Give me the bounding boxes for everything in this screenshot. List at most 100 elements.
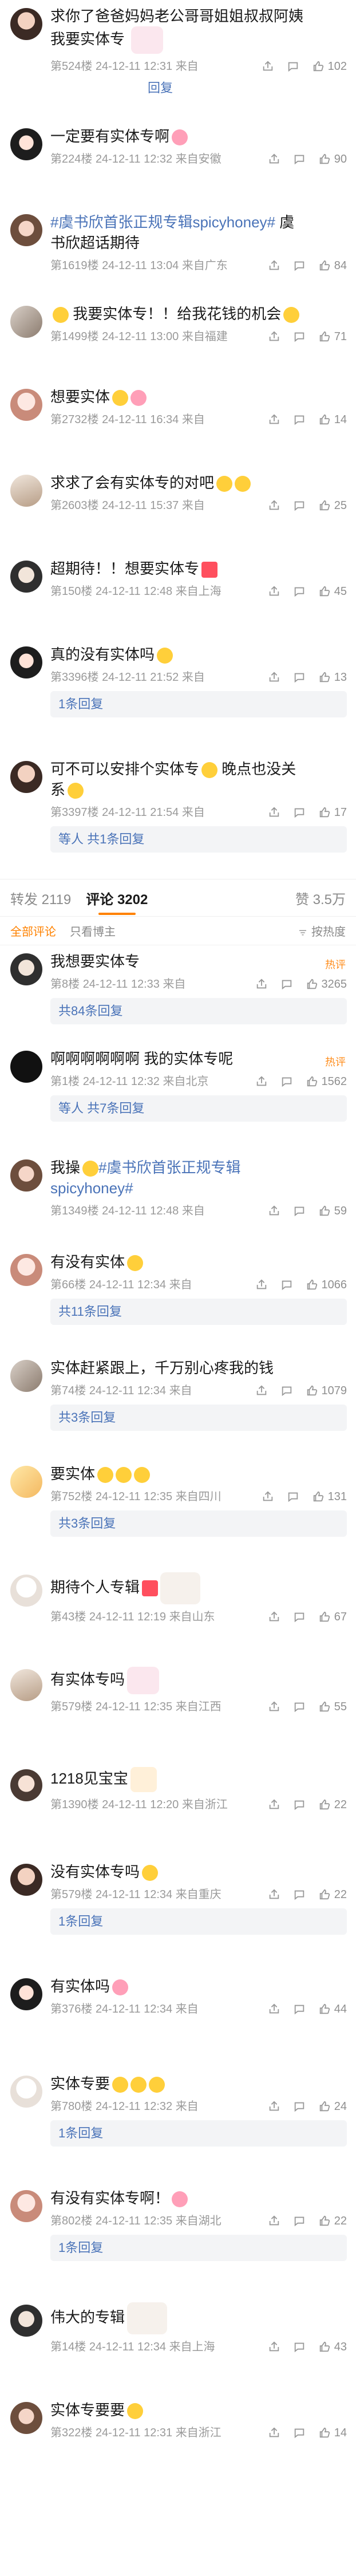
comment-icon[interactable] [293, 1611, 306, 1623]
like-button[interactable]: 1079 [306, 1383, 347, 1399]
avatar[interactable] [10, 2305, 42, 2337]
like-button[interactable]: 1562 [306, 1074, 347, 1090]
share-icon[interactable] [268, 259, 280, 272]
comment-icon[interactable] [293, 1701, 306, 1713]
avatar[interactable] [10, 2076, 42, 2108]
comment-item[interactable]: 有没有实体 第66楼 24-12-11 12:34 来自 1066 共11条回复 [0, 1246, 356, 1352]
comment-item[interactable]: #虞书欣首张正规专辑spicyhoney# 虞书欣超话期待 第1619楼 24-… [0, 206, 356, 298]
avatar[interactable] [10, 561, 42, 593]
avatar[interactable] [10, 128, 42, 160]
share-icon[interactable] [268, 1888, 280, 1901]
like-button[interactable]: 14 [318, 412, 347, 428]
comment-icon[interactable] [293, 671, 306, 684]
share-icon[interactable] [268, 1701, 280, 1713]
view-replies-link[interactable]: 1条回复 [50, 691, 347, 717]
like-button[interactable]: 67 [318, 1609, 347, 1625]
like-button[interactable]: 1066 [306, 1277, 347, 1293]
like-button[interactable]: 22 [318, 2213, 347, 2229]
comment-item[interactable]: 有没有实体专啊！ 第802楼 24-12-11 12:35 来自湖北 22 1条… [0, 2182, 356, 2297]
avatar[interactable] [10, 1575, 42, 1607]
avatar[interactable] [10, 389, 42, 421]
tab-likes[interactable]: 赞 3.5万 [295, 888, 346, 908]
view-replies-link[interactable]: 1条回复 [50, 2235, 347, 2261]
comment-icon[interactable] [287, 1490, 299, 1503]
avatar[interactable] [10, 1051, 42, 1083]
tab-repost[interactable]: 转发 2119 [10, 888, 71, 908]
like-button[interactable]: 22 [318, 1797, 347, 1813]
share-icon[interactable] [268, 806, 280, 819]
comment-icon[interactable] [293, 2100, 306, 2113]
comment-item[interactable]: 求求了会有实体专的对吧 第2603楼 24-12-11 15:37 来自 25 [0, 467, 356, 553]
comment-icon[interactable] [293, 499, 306, 512]
view-replies-link[interactable]: 共3条回复 [50, 1405, 347, 1431]
like-button[interactable]: 24 [318, 2098, 347, 2115]
avatar[interactable] [10, 475, 42, 507]
like-button[interactable]: 17 [318, 804, 347, 820]
avatar[interactable] [10, 646, 42, 678]
comment-icon[interactable] [280, 1384, 293, 1397]
comment-icon[interactable] [287, 60, 299, 73]
comment-icon[interactable] [293, 2341, 306, 2353]
share-icon[interactable] [268, 2427, 280, 2439]
view-replies-link[interactable]: 等人 共1条回复 [50, 826, 347, 853]
tab-comments[interactable]: 评论 3202 [86, 888, 148, 915]
share-icon[interactable] [262, 60, 274, 73]
comment-item[interactable]: 超期待！！想要实体专 第150楼 24-12-11 12:48 来自上海 45 [0, 553, 356, 638]
share-icon[interactable] [268, 153, 280, 165]
avatar[interactable] [10, 2402, 42, 2434]
avatar[interactable] [10, 1254, 42, 1286]
view-replies-link[interactable]: 共84条回复 [50, 998, 347, 1024]
comment-item[interactable]: 1218见宝宝 第1390楼 24-12-11 12:20 来自浙江 22 [0, 1761, 356, 1856]
comment-icon[interactable] [293, 1888, 306, 1901]
comment-item[interactable]: 热评 我想要实体专 第8楼 24-12-11 12:33 来自 3265 共84… [0, 945, 356, 1043]
comment-icon[interactable] [293, 585, 306, 598]
comment-item[interactable]: 有实体吗 第376楼 24-12-11 12:34 来自 44 [0, 1970, 356, 2068]
reply-button[interactable]: 回复 [50, 74, 347, 96]
avatar[interactable] [10, 1769, 42, 1801]
view-replies-link[interactable]: 共3条回复 [50, 1510, 347, 1537]
share-icon[interactable] [268, 2341, 280, 2353]
like-button[interactable]: 102 [312, 58, 347, 74]
like-button[interactable]: 84 [318, 258, 347, 274]
comment-item[interactable]: 我操 #虞书欣首张正规专辑spicyhoney# 第1349楼 24-12-11 … [0, 1151, 356, 1246]
avatar[interactable] [10, 1669, 42, 1701]
avatar[interactable] [10, 1978, 42, 2010]
avatar[interactable] [10, 8, 42, 40]
comment-item[interactable]: 一定要有实体专啊 第224楼 24-12-11 12:32 来自安徽 90 [0, 120, 356, 206]
comment-item[interactable]: 有实体专吗 第579楼 24-12-11 12:35 来自江西 55 [0, 1661, 356, 1761]
avatar[interactable] [10, 1864, 42, 1896]
avatar[interactable] [10, 1360, 42, 1392]
share-icon[interactable] [268, 2003, 280, 2015]
like-button[interactable]: 45 [318, 583, 347, 599]
view-replies-link[interactable]: 等人 共7条回复 [50, 1095, 347, 1122]
comment-icon[interactable] [293, 259, 306, 272]
like-button[interactable]: 14 [318, 2425, 347, 2441]
comment-item[interactable]: 我要实体专！！给我花钱的机会 第1499楼 24-12-11 13:00 来自福… [0, 298, 356, 381]
topic-link[interactable]: #虞书欣首张正规专辑spicyhoney# [50, 214, 275, 231]
avatar[interactable] [10, 1159, 42, 1192]
like-button[interactable]: 131 [312, 1489, 347, 1505]
share-icon[interactable] [268, 1798, 280, 1811]
filter-all[interactable]: 全部评论 [10, 922, 56, 939]
comment-icon[interactable] [293, 2003, 306, 2015]
share-icon[interactable] [255, 978, 268, 991]
comment-item[interactable]: 没有实体专吗 第579楼 24-12-11 12:34 来自重庆 22 1条回复 [0, 1856, 356, 1970]
share-icon[interactable] [268, 330, 280, 343]
view-replies-link[interactable]: 1条回复 [50, 1908, 347, 1935]
filter-blogger[interactable]: 只看博主 [70, 922, 116, 939]
comment-item[interactable]: 实体专要要 第322楼 24-12-11 12:31 来自浙江 14 [0, 2394, 356, 2474]
like-button[interactable]: 3265 [306, 976, 347, 992]
view-replies-link[interactable]: 共11条回复 [50, 1299, 347, 1325]
like-button[interactable]: 71 [318, 329, 347, 345]
like-button[interactable]: 13 [318, 669, 347, 685]
view-replies-link[interactable]: 1条回复 [50, 2120, 347, 2147]
avatar[interactable] [10, 1466, 42, 1498]
avatar[interactable] [10, 306, 42, 338]
comment-icon[interactable] [293, 1798, 306, 1811]
share-icon[interactable] [255, 1075, 268, 1088]
like-button[interactable]: 25 [318, 498, 347, 514]
comment-icon[interactable] [280, 1279, 293, 1291]
like-button[interactable]: 55 [318, 1699, 347, 1715]
like-button[interactable]: 44 [318, 2001, 347, 2017]
share-icon[interactable] [255, 1279, 268, 1291]
